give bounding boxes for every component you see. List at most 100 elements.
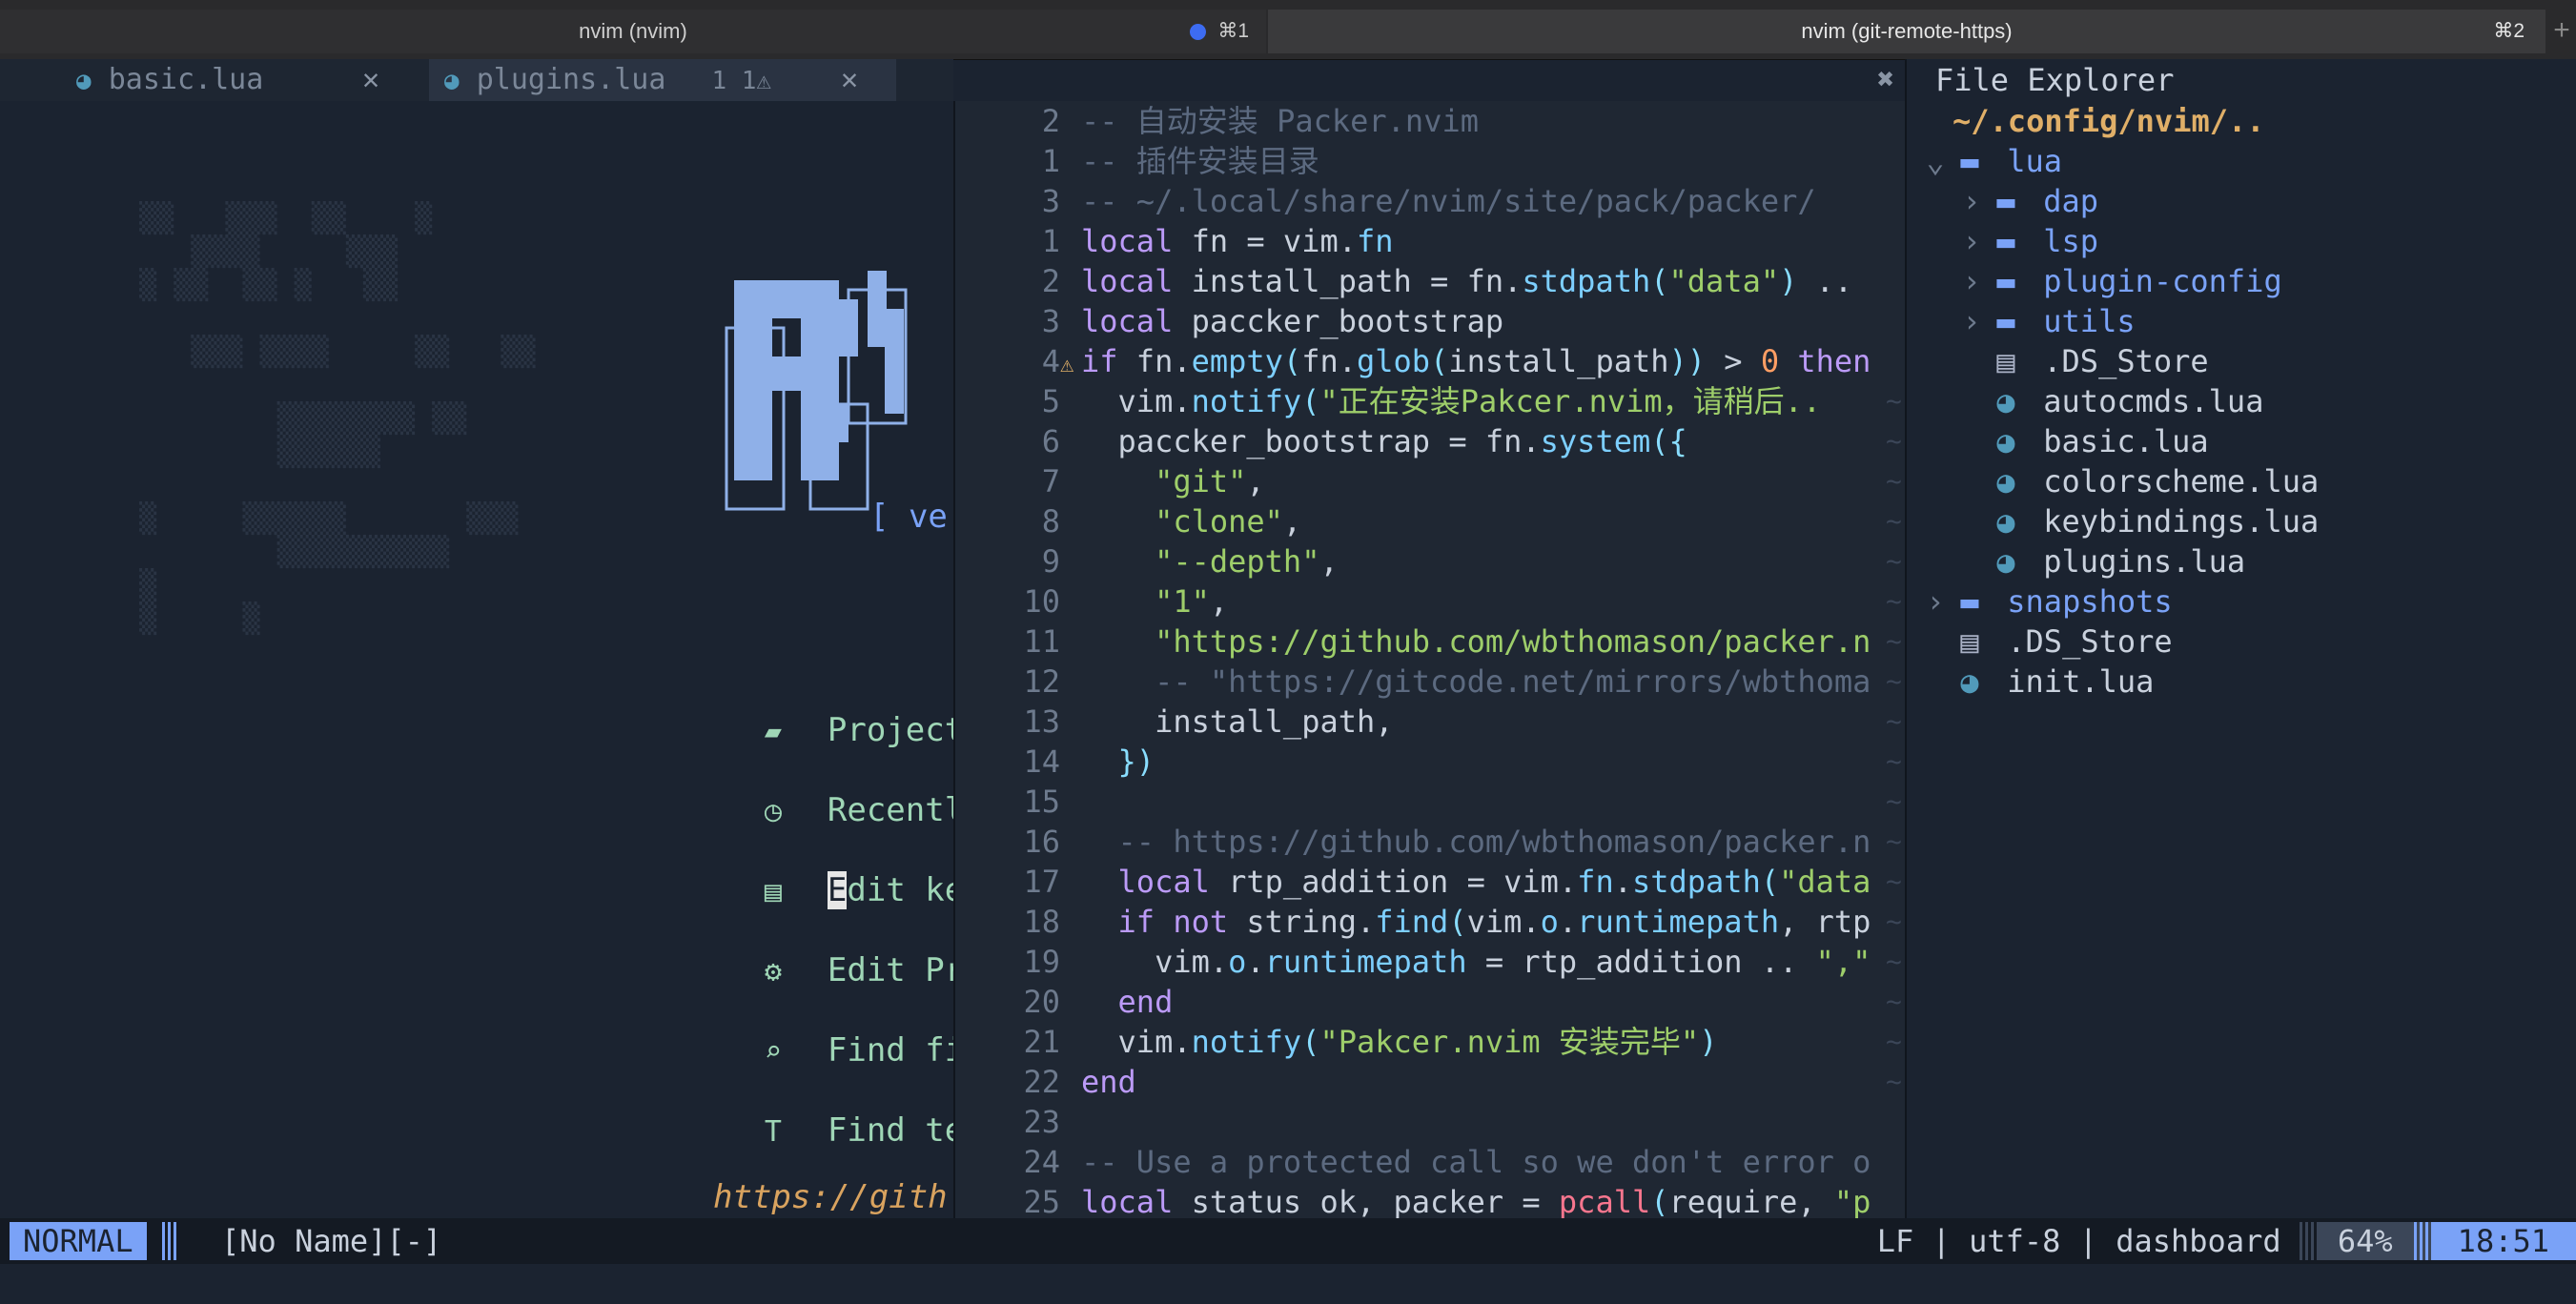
explorer-item-label: plugins.lua: [2043, 543, 2246, 580]
explorer-folder[interactable]: › ▬ plugin-config: [1956, 261, 2282, 301]
code-line[interactable]: 16 -- https://github.com/wbthomason/pack…: [955, 822, 1871, 862]
code-line[interactable]: 20 end: [955, 982, 1173, 1022]
code-line[interactable]: 6 paccker_bootstrap = fn.system({: [955, 421, 1687, 461]
buffer-tab-basic-lua[interactable]: ◕ basic.lua ✕: [76, 59, 400, 101]
explorer-folder[interactable]: › ▬ lsp: [1956, 221, 2098, 261]
explorer-file[interactable]: ◕ init.lua: [1920, 662, 2154, 702]
code-line[interactable]: 24 -- Use a protected call so we don't er…: [955, 1142, 1871, 1182]
code-token: if: [1081, 343, 1118, 379]
dashboard-item-edit-projects[interactable]: ⚙Edit Proje: [686, 885, 953, 989]
explorer-folder[interactable]: › ▬ snapshots: [1920, 581, 2173, 621]
buffer-tab-label: plugins.lua: [476, 63, 666, 96]
code-token: fn: [1577, 864, 1614, 900]
overflow-marker: ~: [1886, 425, 1902, 457]
code-line[interactable]: 17 local rtp_addition = vim.fn.stdpath("…: [955, 862, 1871, 902]
code-token: "正在安装Pakcer.nvim，请稍后..: [1319, 383, 1822, 419]
code-token: "p: [1833, 1184, 1871, 1218]
buffer-tab-plugins-lua[interactable]: ◕ plugins.lua 1 1⚠ ✕: [429, 59, 896, 101]
code-line[interactable]: 3 local paccker_bootstrap: [955, 301, 1503, 341]
code-editor[interactable]: 2 -- 自动安装 Packer.nvim 1 -- 插件安装目录 3 -- ~/.loc…: [953, 101, 1905, 1218]
code-token: runtimepath: [1577, 904, 1780, 940]
code-text: -- "https://gitcode.net/mirrors/wbthoma: [1081, 662, 1871, 702]
code-token: rtp_addition = vim.: [1209, 864, 1578, 900]
code-token: -- "https://gitcode.net/mirrors/wbthoma: [1081, 663, 1871, 700]
code-text: local status_ok, packer = pcall(require,…: [1081, 1182, 1871, 1218]
code-line[interactable]: 1 -- 插件安装目录: [955, 141, 1319, 181]
code-line[interactable]: 12 -- "https://gitcode.net/mirrors/wbtho…: [955, 662, 1871, 702]
code-line[interactable]: 10 "1",: [955, 581, 1228, 621]
folder-icon: ▬: [1996, 263, 2015, 299]
code-line[interactable]: 21 vim.notify("Pakcer.nvim 安装完毕"): [955, 1022, 1717, 1062]
line-number: 3: [1041, 183, 1060, 219]
dashboard-item-edit-keybindings[interactable]: ▤Edit keybi: [686, 805, 953, 909]
overflow-marker: ~: [1886, 665, 1902, 697]
explorer-item-label: .DS_Store: [2007, 623, 2173, 660]
explorer-folder[interactable]: ⌄ ▬ lua: [1920, 141, 2062, 181]
overflow-marker: ~: [1886, 625, 1902, 657]
code-token: notify: [1191, 383, 1302, 419]
code-line[interactable]: 15: [955, 782, 1081, 822]
explorer-file[interactable]: ◕ colorscheme.lua: [1956, 461, 2319, 501]
code-text: -- 插件安装目录: [1081, 141, 1319, 181]
code-line[interactable]: 22 end: [955, 1062, 1136, 1102]
code-text: end: [1081, 1062, 1136, 1102]
dashboard-footer-link[interactable]: https://gith: [713, 1178, 948, 1216]
warning-icon: ⚠: [1060, 351, 1074, 377]
code-line[interactable]: 7 "git",: [955, 461, 1265, 501]
code-line[interactable]: 14 }): [955, 742, 1155, 782]
code-line[interactable]: 1 local fn = vim.fn: [955, 221, 1394, 261]
code-token: paccker_bootstrap = fn.: [1081, 423, 1541, 459]
code-line[interactable]: 9 "--depth",: [955, 541, 1339, 581]
dashboard-item-recent-files[interactable]: ◷Recently f: [686, 724, 953, 829]
code-token: find: [1375, 904, 1449, 940]
dashboard-item-find-file[interactable]: ⌕Find file: [686, 965, 953, 1070]
code-line[interactable]: 23: [955, 1102, 1081, 1142]
command-line[interactable]: [0, 1264, 2576, 1304]
code-line[interactable]: 18 if not string.find(vim.o.runtimepath,…: [955, 902, 1871, 942]
terminal-tab-nvim[interactable]: nvim (nvim) ⌘1: [0, 10, 1266, 53]
code-line[interactable]: 5 vim.notify("正在安装Pakcer.nvim，请稍后..: [955, 381, 1821, 421]
code-line[interactable]: 3 -- ~/.local/share/nvim/site/pack/packer…: [955, 181, 1816, 221]
close-icon[interactable]: ✕: [841, 59, 858, 101]
new-tab-button[interactable]: +: [2547, 10, 2576, 53]
terminal-tab-git-remote[interactable]: nvim (git-remote-https) ⌘2: [1268, 10, 2545, 53]
line-number: 14: [1023, 744, 1060, 780]
line-number: 5: [1041, 383, 1060, 419]
statusline-separator: [2299, 1222, 2317, 1260]
code-line[interactable]: 25 local status_ok, packer = pcall(requir…: [955, 1182, 1871, 1218]
explorer-item-label: snapshots: [2007, 583, 2173, 620]
code-line[interactable]: 8 "clone",: [955, 501, 1301, 541]
explorer-item-label: plugin-config: [2043, 263, 2282, 299]
explorer-file[interactable]: ◕ keybindings.lua: [1956, 501, 2319, 541]
code-token: if not: [1081, 904, 1229, 940]
line-number: 4: [1041, 343, 1060, 379]
explorer-folder[interactable]: › ▬ utils: [1956, 301, 2135, 341]
code-line[interactable]: 13 install_path,: [955, 702, 1393, 742]
code-line[interactable]: 11 "https://github.com/wbthomason/packer…: [955, 621, 1871, 662]
explorer-folder[interactable]: › ▬ dap: [1956, 181, 2098, 221]
code-token: "git": [1081, 463, 1247, 499]
explorer-file[interactable]: ▤ .DS_Store: [1956, 341, 2208, 381]
explorer-file[interactable]: ◕ basic.lua: [1956, 421, 2208, 461]
close-icon[interactable]: ✕: [362, 59, 379, 101]
code-token: -- 插件安装目录: [1081, 143, 1319, 179]
code-line[interactable]: 2 -- 自动安装 Packer.nvim: [955, 101, 1479, 141]
explorer-file[interactable]: ◕ plugins.lua: [1956, 541, 2245, 581]
explorer-file[interactable]: ▤ .DS_Store: [1920, 621, 2173, 662]
code-line[interactable]: 2 local install_path = fn.stdpath("data")…: [955, 261, 1852, 301]
explorer-file[interactable]: ◕ autocmds.lua: [1956, 381, 2263, 421]
dashboard-item-projects[interactable]: ▰Projects: [686, 644, 953, 749]
code-token: pcall: [1558, 1184, 1651, 1218]
dashboard-item-find-text[interactable]: T Find text: [686, 1045, 953, 1150]
code-line[interactable]: 19 vim.o.runtimepath = rtp_addition .. "…: [955, 942, 1871, 982]
line-number: 16: [1023, 824, 1060, 860]
lua-file-icon: ◕: [444, 67, 460, 95]
code-line[interactable]: 4⚠ if fn.empty(fn.glob(install_path)) > 0…: [955, 341, 1871, 381]
close-split-button[interactable]: ✖: [1867, 59, 1905, 101]
explorer-root-path[interactable]: ~/.config/nvim/..: [1952, 101, 2265, 141]
code-token: 0: [1760, 343, 1780, 379]
code-token: ,: [1319, 543, 1339, 580]
code-token: string.: [1228, 904, 1376, 940]
code-token: fn = vim.: [1173, 223, 1357, 259]
folder-icon: ▬: [1996, 223, 2015, 259]
